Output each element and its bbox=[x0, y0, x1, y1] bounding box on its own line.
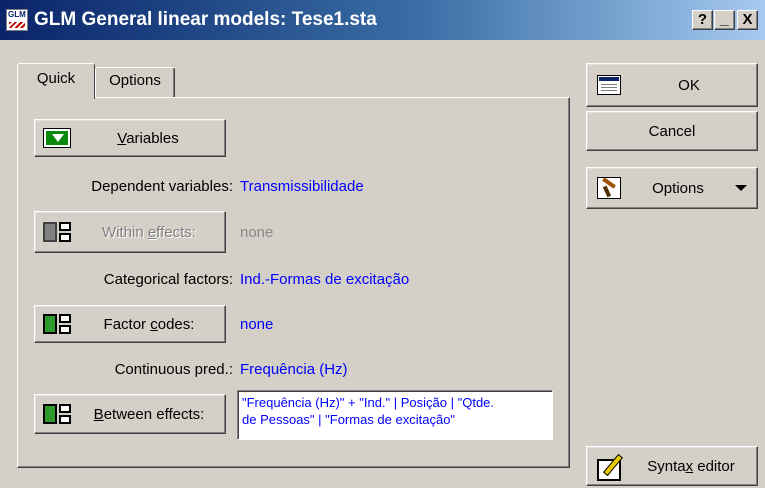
variables-button[interactable]: Variables bbox=[34, 119, 226, 157]
factor-codes-value[interactable]: none bbox=[240, 316, 273, 333]
syntax-editor-button[interactable]: Syntax editor bbox=[586, 446, 758, 486]
ok-button[interactable]: OK bbox=[586, 63, 758, 107]
minimize-button[interactable]: _ bbox=[714, 10, 735, 30]
chevron-down-icon bbox=[735, 185, 747, 191]
help-button[interactable]: ? bbox=[692, 10, 713, 30]
syntax-editor-icon bbox=[595, 453, 625, 481]
cancel-button[interactable]: Cancel bbox=[586, 111, 758, 151]
effects-icon bbox=[43, 313, 73, 335]
effects-icon bbox=[43, 403, 73, 425]
categorical-factors-label: Categorical factors: bbox=[103, 271, 233, 288]
dependent-variables-value[interactable]: Transmissibilidade bbox=[240, 178, 364, 195]
between-effects-value[interactable]: "Frequência (Hz)" + "Ind." | Posição | "… bbox=[237, 390, 553, 440]
categorical-factors-value[interactable]: Ind.-Formas de excitação bbox=[240, 271, 409, 288]
tab-quick[interactable]: Quick bbox=[17, 63, 95, 99]
variables-icon bbox=[43, 128, 71, 148]
continuous-pred-value[interactable]: Frequência (Hz) bbox=[240, 361, 348, 378]
options-hammer-icon bbox=[597, 177, 621, 199]
close-button[interactable]: X bbox=[737, 10, 758, 30]
options-button[interactable]: Options bbox=[586, 167, 758, 209]
tab-options[interactable]: Options bbox=[95, 67, 175, 97]
glm-app-icon: GLM bbox=[6, 9, 28, 31]
title-bar[interactable]: GLM GLM General linear models: Tese1.sta… bbox=[0, 0, 765, 40]
factor-codes-button[interactable]: Factor codes: bbox=[34, 305, 226, 343]
window-title: GLM General linear models: Tese1.sta bbox=[34, 9, 377, 30]
continuous-pred-label: Continuous pred.: bbox=[114, 361, 233, 378]
between-effects-button[interactable]: Between effects: bbox=[34, 394, 226, 434]
ok-icon bbox=[597, 75, 621, 95]
dependent-variables-label: Dependent variables: bbox=[91, 178, 233, 195]
effects-icon bbox=[43, 221, 73, 243]
within-effects-value: none bbox=[240, 224, 274, 241]
within-effects-button[interactable]: Within effects: bbox=[34, 211, 226, 253]
